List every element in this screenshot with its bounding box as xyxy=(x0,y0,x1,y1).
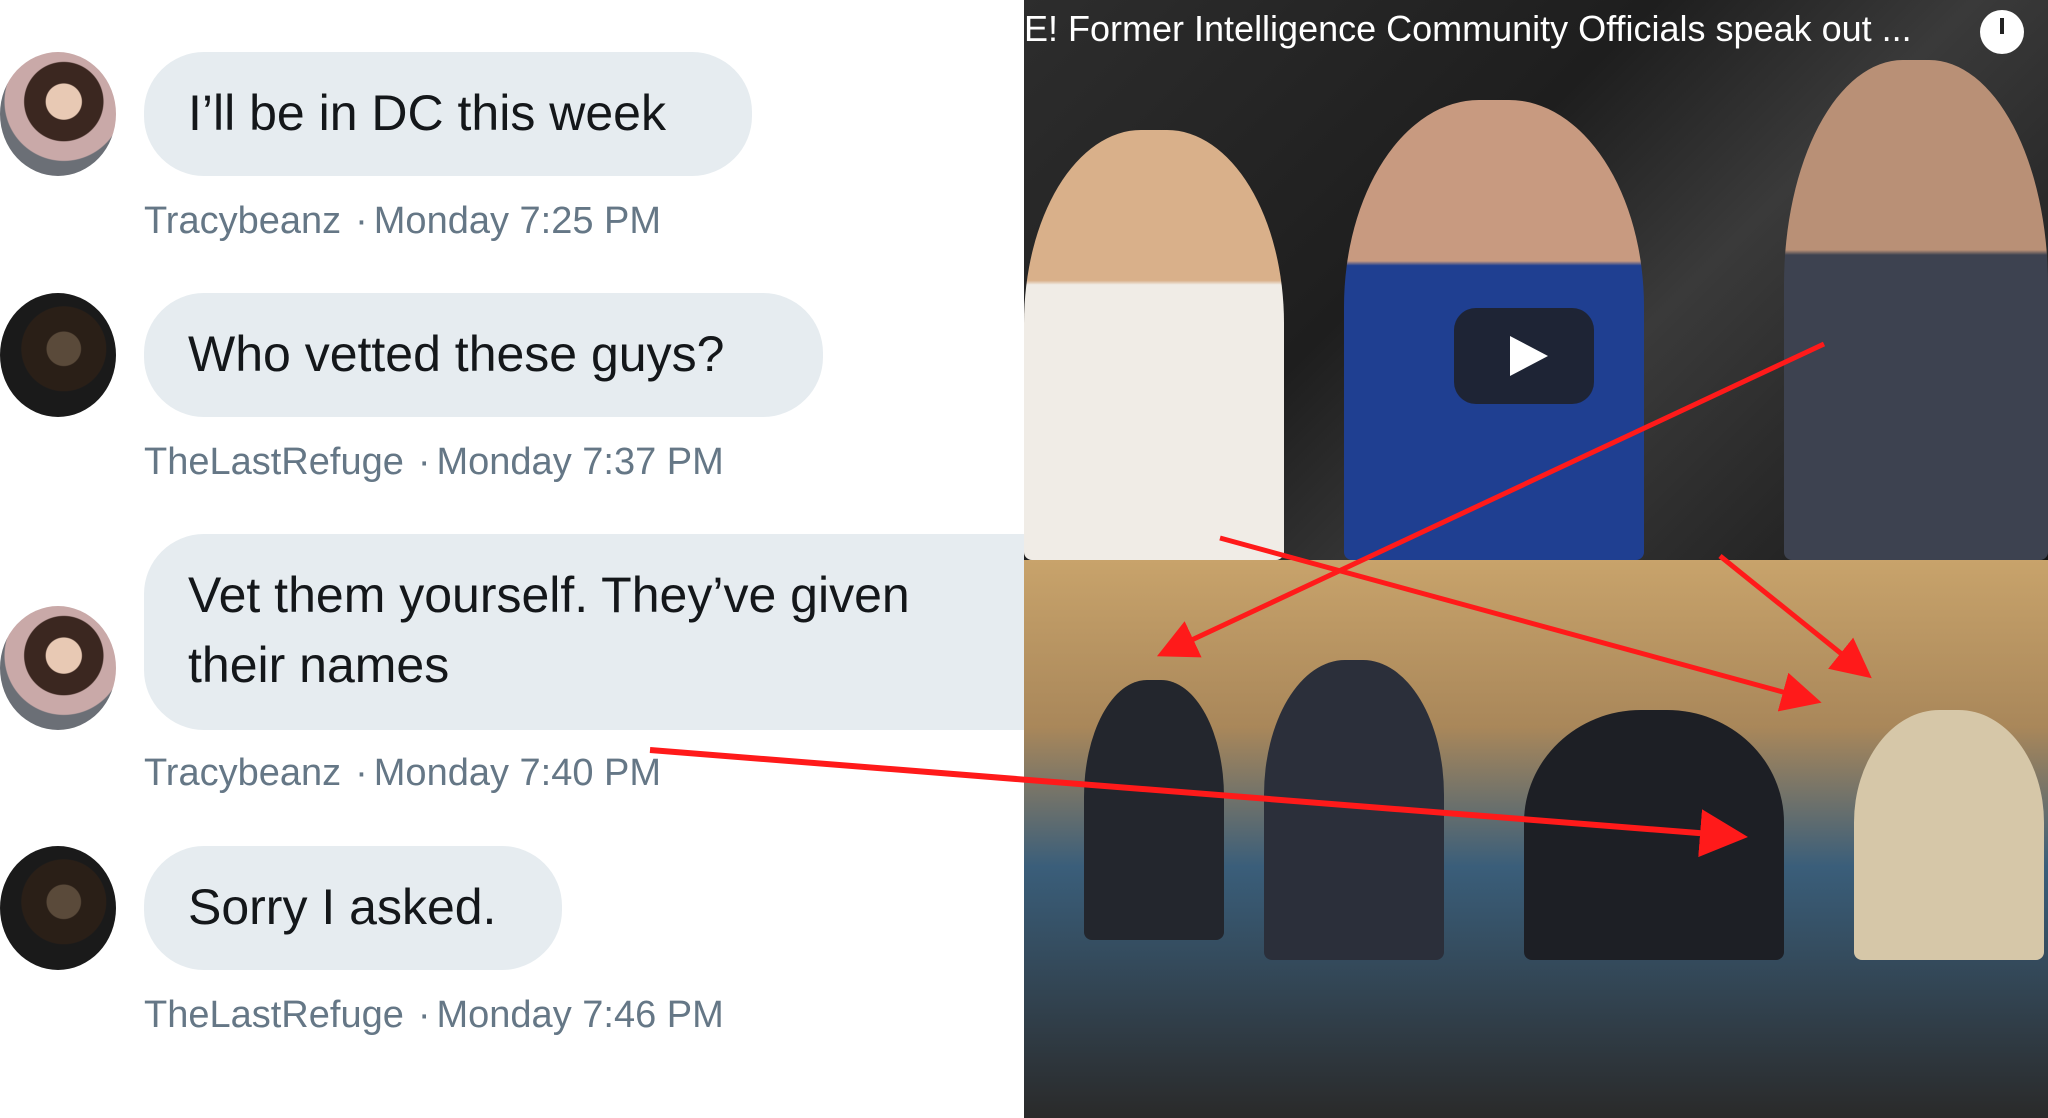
arrow-line xyxy=(1156,341,1826,658)
arrow-line xyxy=(649,747,1748,858)
annotation-arrows xyxy=(649,341,1872,858)
arrow-line xyxy=(1718,554,1872,679)
arrow-line xyxy=(1219,535,1822,712)
